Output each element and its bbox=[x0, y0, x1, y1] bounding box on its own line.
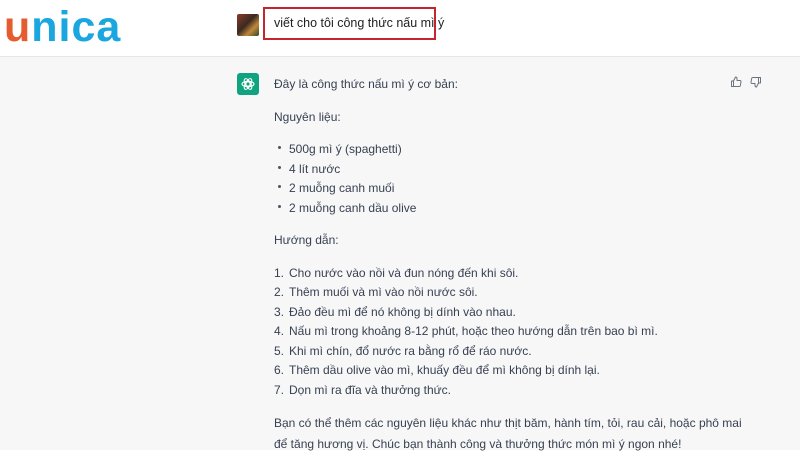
assistant-message-row: Đây là công thức nấu mì ý cơ bản: Nguyên… bbox=[0, 57, 800, 451]
thumbs-down-icon[interactable] bbox=[749, 75, 763, 89]
user-message-row: unica viết cho tôi công thức nấu mì ý bbox=[0, 0, 800, 57]
openai-logo-icon bbox=[237, 73, 259, 95]
list-item: 6. Thêm dầu olive vào mì, khuấy đều để mì… bbox=[274, 363, 600, 377]
list-item: 1. Cho nước vào nồi và đun nóng đến khi s… bbox=[274, 265, 519, 280]
intro-text: Đây là công thức nấu mì ý cơ bản: bbox=[274, 77, 458, 91]
list-item: 3. Đảo đều mì để nó không bị dính vào nha… bbox=[274, 304, 516, 319]
user-message: viết cho tôi công thức nấu mì ý bbox=[263, 7, 444, 40]
list-item: 5. Khi mì chín, đổ nước ra bằng rổ để ráo… bbox=[274, 343, 532, 358]
list-item: 7. Dọn mì ra đĩa và thưởng thức. bbox=[274, 382, 452, 397]
unica-logo: unica bbox=[4, 3, 122, 51]
instructions-heading: Hướng dẫn: bbox=[274, 233, 339, 247]
list-item: 4. Nấu mì trong khoảng 8-12 phút, hoặc th… bbox=[274, 324, 658, 338]
steps-list: 1. Cho nước vào nồi và đun nóng đến khi s… bbox=[274, 264, 744, 401]
ingredients-list: 500g mì ý (spaghetti) 4 lít nước 2 muỗng… bbox=[274, 140, 744, 218]
list-item: 4 lít nước bbox=[274, 160, 744, 180]
assistant-message: Đây là công thức nấu mì ý cơ bản: Nguyên… bbox=[274, 75, 744, 454]
list-item: 2 muỗng canh muối bbox=[274, 179, 744, 199]
ingredients-heading: Nguyên liệu: bbox=[274, 109, 341, 124]
list-item: 500g mì ý (spaghetti) bbox=[274, 140, 744, 160]
list-item: 2 muỗng canh dầu olive bbox=[274, 199, 744, 219]
list-item: 2. Thêm muối và mì vào nồi nước sôi. bbox=[274, 285, 478, 299]
closing-text: Bạn có thể thêm các nguyên liệu khác như… bbox=[274, 416, 742, 451]
user-avatar bbox=[237, 14, 259, 36]
